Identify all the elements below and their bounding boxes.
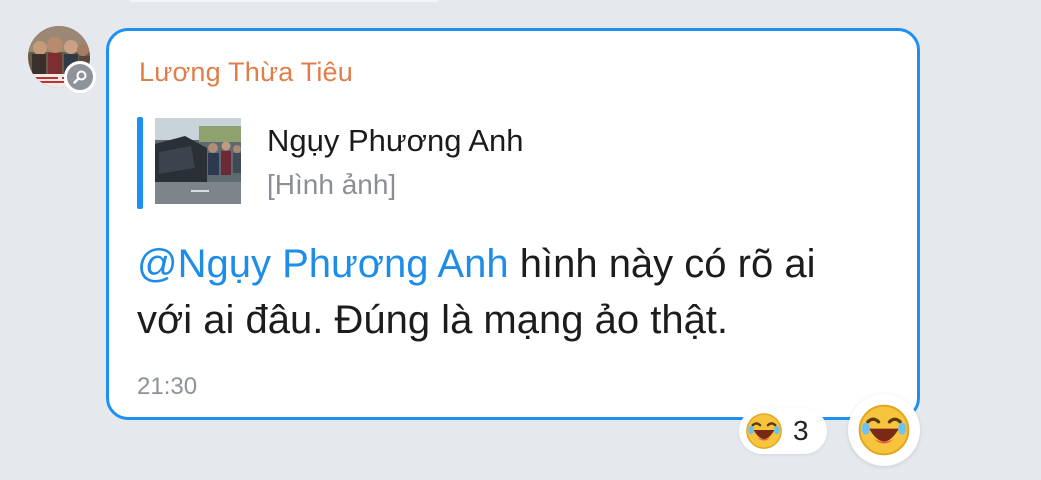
- previous-message-edge: [128, 0, 440, 2]
- quoted-message[interactable]: Ngụy Phương Anh [Hình ảnh]: [137, 117, 737, 209]
- message-text-line1: hình này có rõ ai: [508, 242, 816, 286]
- mention-link[interactable]: @Ngụy Phương Anh: [137, 242, 509, 286]
- sender-name[interactable]: Lương Thừa Tiêu: [139, 57, 353, 88]
- message-timestamp: 21:30: [137, 373, 198, 400]
- message-bubble[interactable]: Lương Thừa Tiêu Ngụy Phương Anh [Hình ản…: [106, 28, 920, 420]
- reaction-count: 3: [793, 415, 809, 446]
- sender-avatar[interactable]: [28, 26, 96, 93]
- message-text-line2: với ai đâu. Đúng là mạng ảo thật.: [137, 298, 729, 342]
- quoted-image-thumbnail: [155, 118, 241, 204]
- laughing-emoji-icon: [745, 412, 783, 450]
- reaction-summary[interactable]: 3: [739, 408, 827, 454]
- quoted-sender-name: Ngụy Phương Anh: [267, 123, 524, 158]
- search-icon: [64, 61, 96, 93]
- quote-bar: [137, 117, 143, 209]
- message-text: @Ngụy Phương Anh hình này có rõ ai với a…: [137, 236, 907, 348]
- quoted-content-type: [Hình ảnh]: [267, 169, 397, 200]
- add-reaction-button[interactable]: [848, 394, 920, 466]
- laughing-emoji-icon: [857, 403, 911, 457]
